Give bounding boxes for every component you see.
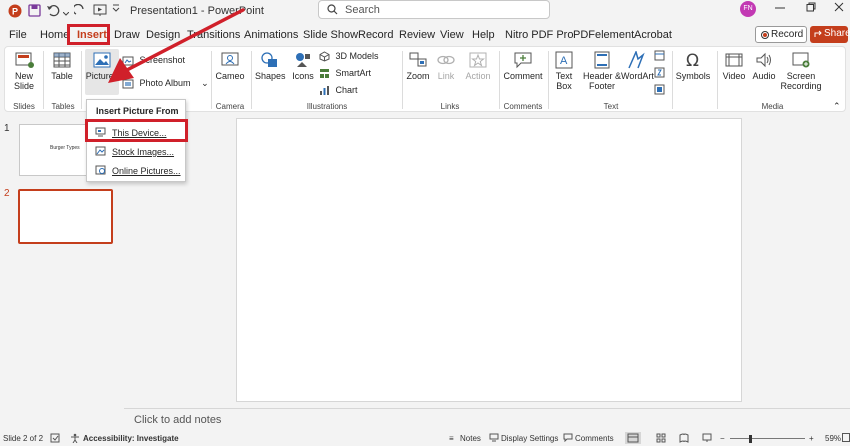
annotation-arrow-icon: [108, 8, 245, 83]
powerpoint-window: { "window": { "title": "Presentation1 - …: [0, 0, 850, 446]
